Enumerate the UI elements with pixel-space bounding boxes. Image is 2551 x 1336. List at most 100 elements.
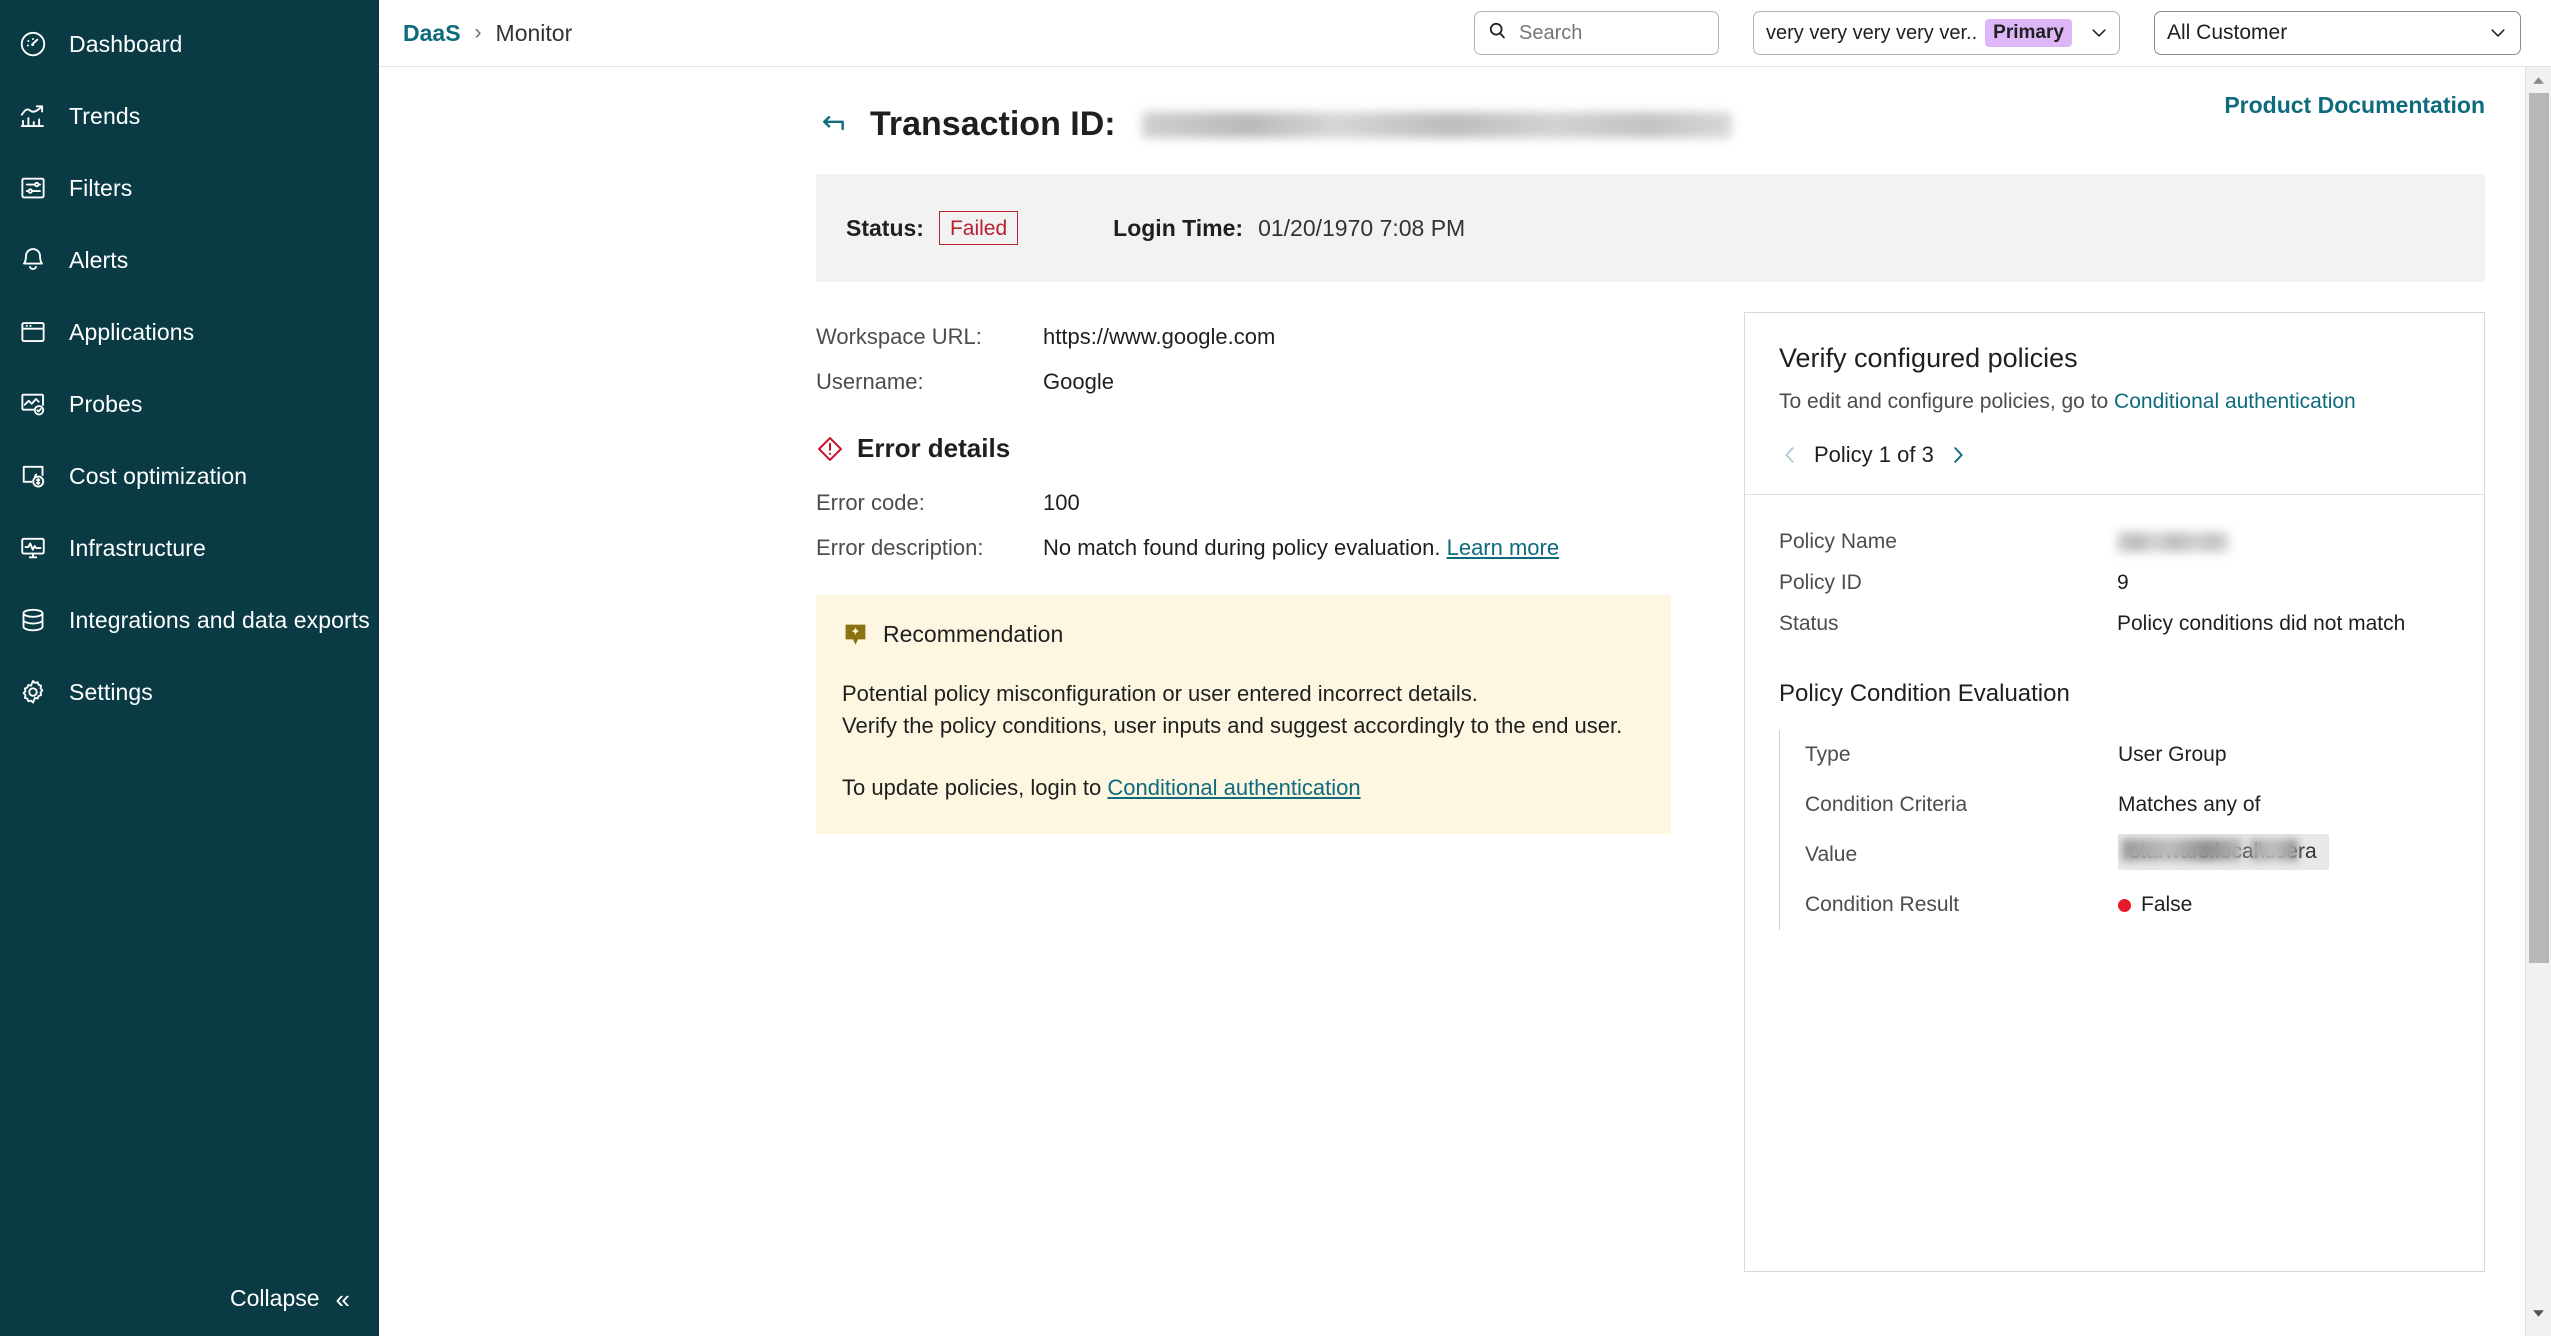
sidebar-item-label: Cost optimization — [69, 463, 247, 490]
recommendation-line-3: To update policies, login to Conditional… — [842, 772, 1641, 804]
evaluation-row-criteria: Condition Criteria Matches any of — [1805, 780, 2450, 830]
evaluation-row-type: Type User Group — [1805, 730, 2450, 780]
tenant-primary-badge: Primary — [1985, 19, 2072, 47]
evaluation-row-value: Value starwars.local\usera — [1805, 830, 2450, 880]
error-code-value: 100 — [1043, 490, 1080, 516]
sidebar-item-label: Dashboard — [69, 31, 182, 58]
transaction-id-redacted — [1142, 112, 1732, 138]
error-row-code: Error code: 100 — [816, 490, 1676, 516]
search-icon — [1487, 20, 1508, 46]
policies-card-header: Verify configured policies To edit and c… — [1745, 313, 2484, 494]
policy-next-icon[interactable] — [1947, 444, 1969, 466]
verify-policies-card: Verify configured policies To edit and c… — [1744, 312, 2485, 1272]
sidebar-item-settings[interactable]: Settings — [0, 656, 379, 728]
recommendation-title: Recommendation — [883, 621, 1063, 648]
gear-icon — [16, 675, 50, 709]
monitor-pulse-icon — [16, 531, 50, 565]
evaluation-key: Value — [1805, 843, 2118, 867]
body-columns: Workspace URL: https://www.google.com Us… — [816, 282, 2525, 1272]
breadcrumb-monitor: Monitor — [496, 20, 573, 47]
breadcrumb: DaaS › Monitor — [403, 20, 572, 47]
policy-prev-icon[interactable] — [1779, 444, 1801, 466]
search-input[interactable]: Search — [1474, 11, 1719, 55]
content-wrapper: Transaction ID: Product Documentation St… — [379, 67, 2551, 1336]
error-code-label: Error code: — [816, 490, 1043, 516]
policy-condition-evaluation-title: Policy Condition Evaluation — [1779, 680, 2450, 708]
sidebar-item-probes[interactable]: Probes — [0, 368, 379, 440]
error-description-text: No match found during policy evaluation. — [1043, 535, 1440, 560]
login-time-label: Login Time: — [1113, 215, 1243, 242]
sidebar: Dashboard Trends Filters Alerts Applicat — [0, 0, 379, 1336]
conditional-authentication-link[interactable]: Conditional authentication — [1107, 775, 1360, 800]
sidebar-item-trends[interactable]: Trends — [0, 80, 379, 152]
policy-pager: Policy 1 of 3 — [1779, 442, 2450, 494]
page-scrollbar[interactable] — [2525, 67, 2551, 1336]
policy-key: Policy Name — [1779, 530, 2117, 554]
sidebar-item-alerts[interactable]: Alerts — [0, 224, 379, 296]
detail-row-username: Username: Google — [816, 369, 1676, 395]
recommendation-spacer — [842, 742, 1641, 772]
recommendation-line-3-prefix: To update policies, login to — [842, 775, 1107, 800]
recommendation-line-1: Potential policy misconfiguration or use… — [842, 678, 1641, 710]
page-title-group: Transaction ID: — [816, 67, 1732, 144]
policy-condition-evaluation-group: Type User Group Condition Criteria Match… — [1779, 730, 2450, 930]
sidebar-item-label: Settings — [69, 679, 153, 706]
money-bag-icon — [16, 459, 50, 493]
error-description-label: Error description: — [816, 535, 1043, 561]
recommendation-panel: Recommendation Potential policy misconfi… — [816, 595, 1671, 834]
breadcrumb-daas[interactable]: DaaS — [403, 20, 461, 47]
policies-subtitle-prefix: To edit and configure policies, go to — [1779, 390, 2114, 413]
back-arrow-icon[interactable] — [816, 109, 848, 141]
policy-value — [2117, 530, 2229, 554]
error-diamond-icon — [816, 435, 844, 463]
evaluation-value: starwars.local\usera — [2118, 834, 2329, 876]
detail-key: Username: — [816, 369, 1043, 395]
conditional-authentication-link[interactable]: Conditional authentication — [2114, 390, 2356, 413]
sidebar-item-label: Alerts — [69, 247, 128, 274]
evaluation-key: Condition Result — [1805, 893, 2118, 917]
chevron-double-left-icon: « — [336, 1286, 347, 1312]
sidebar-item-label: Applications — [69, 319, 194, 346]
policy-key: Status — [1779, 612, 2117, 636]
scroll-up-arrow-icon[interactable] — [2526, 67, 2551, 93]
sidebar-item-filters[interactable]: Filters — [0, 152, 379, 224]
sidebar-item-label: Integrations and data exports — [69, 607, 370, 634]
sidebar-item-dashboard[interactable]: Dashboard — [0, 8, 379, 80]
evaluation-value: User Group — [2118, 743, 2227, 767]
value-redaction-overlay-2 — [2250, 839, 2298, 861]
top-bar-controls: Search very very very very ver.. Primary… — [1474, 11, 2521, 55]
collapse-sidebar-button[interactable]: Collapse « — [230, 1285, 379, 1312]
scrollbar-thumb[interactable] — [2529, 93, 2549, 963]
tenant-selector[interactable]: very very very very ver.. Primary — [1753, 11, 2120, 55]
policy-pager-text: Policy 1 of 3 — [1814, 442, 1934, 468]
detail-row-workspace-url: Workspace URL: https://www.google.com — [816, 324, 1676, 350]
bell-icon — [16, 243, 50, 277]
condition-result-text: False — [2141, 893, 2192, 917]
sidebar-item-label: Filters — [69, 175, 132, 202]
evaluation-value: Matches any of — [2118, 793, 2260, 817]
customer-selector[interactable]: All Customer — [2154, 11, 2521, 55]
tenant-name: very very very very ver.. — [1766, 22, 1977, 45]
scroll-down-arrow-icon[interactable] — [2526, 1300, 2551, 1326]
gauge-icon — [16, 27, 50, 61]
app-root: Dashboard Trends Filters Alerts Applicat — [0, 0, 2551, 1336]
chevron-down-icon — [2488, 23, 2508, 43]
sidebar-item-infrastructure[interactable]: Infrastructure — [0, 512, 379, 584]
sidebar-item-applications[interactable]: Applications — [0, 296, 379, 368]
search-placeholder: Search — [1519, 22, 1582, 45]
sidebar-item-cost-optimization[interactable]: Cost optimization — [0, 440, 379, 512]
recommendation-sparkle-icon — [842, 621, 869, 648]
product-documentation-link[interactable]: Product Documentation — [2224, 92, 2485, 119]
policy-value: 9 — [2117, 571, 2129, 595]
sidebar-item-integrations-and-data-exports[interactable]: Integrations and data exports — [0, 584, 379, 656]
false-status-dot-icon — [2118, 899, 2131, 912]
error-description-value: No match found during policy evaluation.… — [1043, 535, 1559, 561]
policy-row-id: Policy ID 9 — [1779, 562, 2450, 603]
error-details-heading: Error details — [816, 433, 1676, 464]
learn-more-link[interactable]: Learn more — [1447, 535, 1560, 560]
policies-card-subtitle: To edit and configure policies, go to Co… — [1779, 390, 2450, 414]
customer-selected-value: All Customer — [2167, 21, 2287, 45]
database-icon — [16, 603, 50, 637]
evaluation-value-chip: starwars.local\usera — [2118, 834, 2329, 870]
recommendation-heading: Recommendation — [842, 621, 1641, 648]
